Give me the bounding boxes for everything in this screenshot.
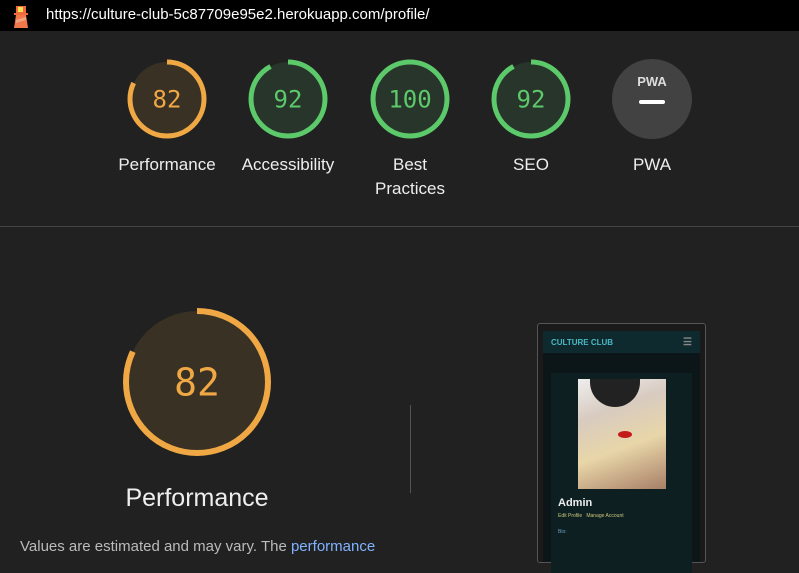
gauge-performance[interactable]: 82 Performance — [117, 58, 217, 177]
vertical-divider — [410, 405, 411, 493]
dash-icon — [639, 100, 665, 104]
profile-name: Admin — [558, 497, 593, 509]
gauge-label: PWA — [632, 155, 672, 174]
profile-photo — [577, 379, 666, 489]
divider — [0, 226, 799, 227]
estimate-note: Values are estimated and may vary. The p… — [20, 538, 375, 555]
gauge-label: Performance — [118, 155, 216, 174]
gauge-best-practices[interactable]: 100 Best Practices — [360, 58, 460, 201]
gauge-pwa[interactable]: PWA PWA — [602, 58, 702, 177]
page-screenshot[interactable]: CULTURE CLUB ☰ Admin Edit Profile Manage … — [537, 323, 706, 573]
lighthouse-icon — [14, 6, 28, 28]
gauge-score: 82 — [174, 360, 220, 404]
gauge-chart: 92 — [491, 59, 571, 139]
brand: CULTURE CLUB — [551, 337, 614, 347]
bio-label: Bio: — [558, 529, 567, 535]
gauge-score: 82 — [153, 85, 182, 113]
gauge-label: Best Practices — [375, 155, 445, 198]
url-bar: https://culture-club-5c87709e95e2.heroku… — [0, 0, 799, 31]
edit-profile-link: Edit Profile — [558, 513, 583, 519]
category-title: Performance — [125, 484, 269, 512]
pwa-badge — [612, 59, 692, 139]
gauge-accessibility[interactable]: 92 Accessibility — [238, 58, 338, 177]
gauge-label: SEO — [513, 155, 549, 174]
note-text: Values are estimated and may vary. The — [20, 538, 291, 555]
gauge-chart: 100 — [370, 59, 450, 139]
gauge-chart: 92 — [248, 59, 328, 139]
gauge-chart: PWA — [612, 59, 692, 139]
gauge-seo[interactable]: 92 SEO — [481, 58, 581, 177]
pwa-badge-text: PWA — [637, 74, 667, 89]
gauge-score: 100 — [388, 85, 431, 113]
manage-account-link: Manage Account — [586, 513, 624, 519]
gauge-score: 92 — [274, 85, 303, 113]
menu-icon: ☰ — [683, 336, 692, 348]
gauge-label: Accessibility — [241, 155, 335, 174]
performance-link[interactable]: performance — [291, 538, 375, 555]
gauge-score: 92 — [517, 85, 546, 113]
gauge-chart: 82 — [127, 59, 207, 139]
performance-gauge-large: 82 Performance — [97, 305, 297, 513]
page-url[interactable]: https://culture-club-5c87709e95e2.heroku… — [46, 6, 430, 23]
